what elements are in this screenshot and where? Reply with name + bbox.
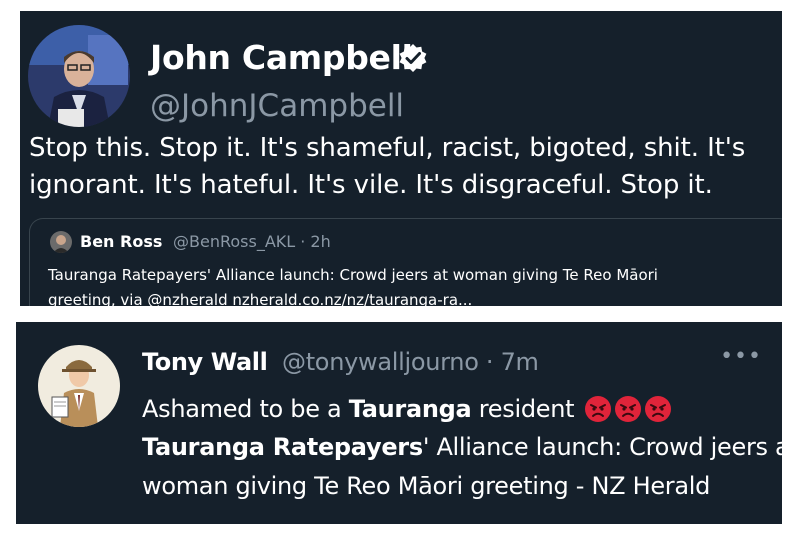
tweet-text-line: Tauranga Ratepayers' Alliance launch: Cr…: [142, 433, 782, 461]
tweet-text-line: Ashamed to be a Tauranga resident: [142, 395, 672, 423]
text-segment: Ashamed to be a: [142, 395, 349, 423]
hashtag-bold-text: Tauranga Ratepayers: [142, 433, 423, 461]
text-segment: resident: [471, 395, 575, 423]
avatar[interactable]: [28, 25, 130, 127]
display-name[interactable]: John Campbell: [150, 38, 413, 77]
emoji-group: [582, 395, 672, 423]
display-name[interactable]: Tony Wall: [142, 348, 268, 376]
angry-face-emoji: [644, 396, 671, 422]
tweet-text-line: ignorant. It's hateful. It's vile. It's …: [29, 170, 713, 200]
avatar[interactable]: [38, 345, 120, 427]
tweet-text-line: woman giving Te Reo Māori greeting - NZ …: [142, 472, 711, 500]
handle[interactable]: @JohnJCampbell: [150, 88, 404, 124]
text-segment: ' Alliance launch: Crowd jeers at: [422, 433, 782, 461]
angry-face-emoji: [584, 396, 611, 422]
tweet-card-tony-wall[interactable]: Tony Wall @tonywalljourno · 7m ••• Asham…: [16, 322, 782, 524]
hashtag-bold-text: Tauranga: [348, 395, 472, 423]
quoted-text-line: Tauranga Ratepayers' Alliance launch: Cr…: [48, 266, 658, 284]
tweet-text-line: Stop this. Stop it. It's shameful, racis…: [29, 133, 746, 163]
quoted-avatar[interactable]: [50, 231, 72, 253]
quoted-tweet[interactable]: Ben Ross @BenRoss_AKL · 2h Tauranga Rate…: [29, 218, 782, 306]
quoted-text-line: greeting, via @nzherald nzherald.co.nz/n…: [48, 291, 473, 306]
angry-face-emoji: [614, 396, 641, 422]
more-options-icon[interactable]: •••: [720, 344, 762, 369]
tweet-card-john-campbell[interactable]: John Campbell @JohnJCampbell Stop this. …: [20, 11, 782, 306]
handle-time[interactable]: @tonywalljourno · 7m: [282, 348, 539, 376]
verified-badge-icon: [399, 44, 427, 72]
quoted-handle-time[interactable]: @BenRoss_AKL · 2h: [173, 232, 331, 251]
quoted-display-name[interactable]: Ben Ross: [80, 232, 162, 251]
